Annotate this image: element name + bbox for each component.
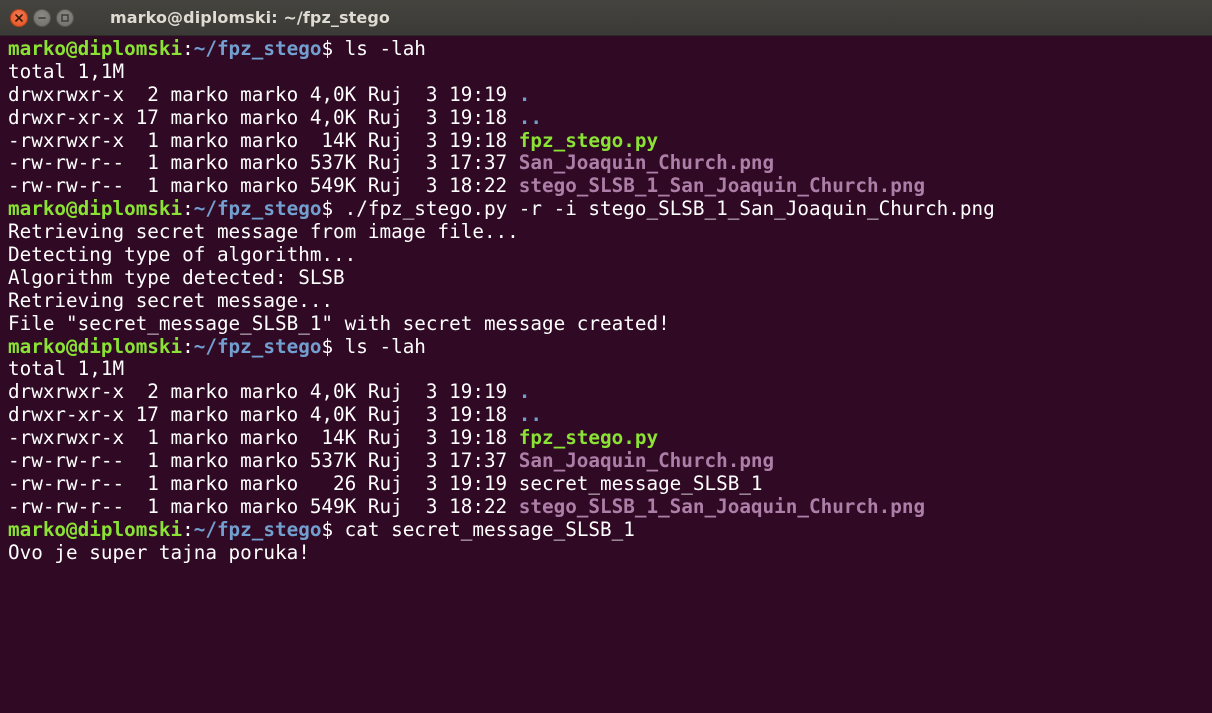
file-name: .. bbox=[518, 105, 542, 129]
close-icon bbox=[15, 13, 23, 22]
file-name: stego_SLSB_1_San_Joaquin_Church.png bbox=[518, 494, 926, 518]
ls-entry: -rwxrwxr-x 1 marko marko 14K Ruj 3 19:18… bbox=[8, 426, 1212, 450]
ls-entry: -rw-rw-r-- 1 marko marko 26 Ruj 3 19:19 … bbox=[8, 471, 1212, 496]
window-title: marko@diplomski: ~/fpz_stego bbox=[110, 8, 390, 27]
ls-entry: drwxrwxr-x 2 marko marko 4,0K Ruj 3 19:1… bbox=[8, 380, 1212, 404]
output-text: Retrieving secret message from image fil… bbox=[8, 220, 519, 244]
output-line: File "secret_message_SLSB_1" with secret… bbox=[8, 311, 1212, 336]
file-meta: -rw-rw-r-- 1 marko marko 26 Ruj 3 19:19 bbox=[8, 471, 519, 495]
terminal-output[interactable]: marko@diplomski:~/fpz_stego$ ls -lah tota… bbox=[0, 36, 1212, 564]
maximize-icon bbox=[61, 13, 69, 22]
file-name: stego_SLSB_1_San_Joaquin_Church.png bbox=[518, 174, 926, 198]
file-meta: -rwxrwxr-x 1 marko marko 14K Ruj 3 19:18 bbox=[8, 426, 519, 450]
ls-entry: drwxr-xr-x 17 marko marko 4,0K Ruj 3 19:… bbox=[8, 403, 1212, 427]
file-meta: drwxr-xr-x 17 marko marko 4,0K Ruj 3 19:… bbox=[8, 403, 519, 427]
window-controls bbox=[0, 8, 110, 27]
file-name: . bbox=[518, 82, 531, 106]
file-meta: -rw-rw-r-- 1 marko marko 537K Ruj 3 17:3… bbox=[8, 151, 519, 175]
prompt-path: ~/fpz_stego bbox=[193, 517, 322, 541]
file-meta: -rw-rw-r-- 1 marko marko 537K Ruj 3 17:3… bbox=[8, 449, 519, 473]
command-text: ls -lah bbox=[344, 37, 426, 60]
file-name: fpz_stego.py bbox=[518, 128, 659, 152]
prompt-separator: : bbox=[182, 197, 194, 221]
output-line: Detecting type of algorithm... bbox=[8, 243, 1212, 267]
output-line: Retrieving secret message... bbox=[8, 288, 1212, 313]
maximize-button[interactable] bbox=[56, 8, 74, 27]
minimize-icon bbox=[38, 16, 46, 19]
ls-entry: drwxrwxr-x 2 marko marko 4,0K Ruj 3 19:1… bbox=[8, 82, 1212, 107]
command-text: ./fpz_stego.py -r -i stego_SLSB_1_San_Jo… bbox=[344, 197, 995, 221]
prompt-path: ~/fpz_stego bbox=[193, 37, 322, 60]
output-text: Ovo je super tajna poruka! bbox=[8, 540, 310, 564]
prompt-separator: : bbox=[182, 517, 194, 541]
ls-entry: -rw-rw-r-- 1 marko marko 549K Ruj 3 18:2… bbox=[8, 494, 1212, 519]
ls-entry: -rw-rw-r-- 1 marko marko 537K Ruj 3 17:3… bbox=[8, 449, 1212, 473]
file-meta: -rw-rw-r-- 1 marko marko 549K Ruj 3 18:2… bbox=[8, 174, 519, 198]
file-name: .. bbox=[518, 403, 542, 427]
file-name: San_Joaquin_Church.png bbox=[518, 151, 775, 175]
file-meta: drwxrwxr-x 2 marko marko 4,0K Ruj 3 19:1… bbox=[8, 82, 519, 106]
file-meta: drwxr-xr-x 17 marko marko 4,0K Ruj 3 19:… bbox=[8, 105, 519, 129]
terminal-window: marko@diplomski: ~/fpz_stego marko@diplo… bbox=[0, 0, 1212, 713]
file-name: . bbox=[518, 380, 531, 404]
command-text: cat secret_message_SLSB_1 bbox=[344, 517, 635, 541]
file-name: fpz_stego.py bbox=[518, 426, 659, 450]
file-meta: -rwxrwxr-x 1 marko marko 14K Ruj 3 19:18 bbox=[8, 128, 519, 152]
output-line: Retrieving secret message from image fil… bbox=[8, 220, 1212, 244]
prompt-separator: : bbox=[182, 334, 194, 358]
output-line: total 1,1M bbox=[8, 59, 1212, 84]
output-text: total 1,1M bbox=[8, 59, 125, 83]
prompt-user-host: marko@diplomski bbox=[8, 37, 183, 60]
prompt-user-host: marko@diplomski bbox=[8, 517, 183, 541]
ls-entry: drwxr-xr-x 17 marko marko 4,0K Ruj 3 19:… bbox=[8, 105, 1212, 130]
output-line: Algorithm type detected: SLSB bbox=[8, 265, 1212, 290]
output-text: File "secret_message_SLSB_1" with secret… bbox=[8, 311, 670, 335]
output-text: Retrieving secret message... bbox=[8, 288, 334, 312]
prompt-user-host: marko@diplomski bbox=[8, 334, 183, 358]
title-bar[interactable]: marko@diplomski: ~/fpz_stego bbox=[0, 0, 1212, 36]
ls-entry: -rw-rw-r-- 1 marko marko 549K Ruj 3 18:2… bbox=[8, 174, 1212, 198]
file-name: San_Joaquin_Church.png bbox=[518, 449, 775, 473]
prompt-line: marko@diplomski:~/fpz_stego$ ./fpz_stego… bbox=[8, 197, 1212, 221]
output-line: total 1,1M bbox=[8, 358, 1212, 381]
command-text: ls -lah bbox=[344, 334, 426, 358]
output-text: Detecting type of algorithm... bbox=[8, 243, 357, 267]
prompt-line: marko@diplomski:~/fpz_stego$ cat secret_… bbox=[8, 517, 1212, 542]
ls-entry: -rw-rw-r-- 1 marko marko 537K Ruj 3 17:3… bbox=[8, 152, 1212, 175]
prompt-separator: : bbox=[182, 37, 194, 60]
file-meta: drwxrwxr-x 2 marko marko 4,0K Ruj 3 19:1… bbox=[8, 380, 519, 404]
prompt-symbol: $ bbox=[321, 197, 345, 221]
prompt-path: ~/fpz_stego bbox=[193, 334, 322, 358]
prompt-user-host: marko@diplomski bbox=[8, 197, 183, 221]
output-text: Algorithm type detected: SLSB bbox=[8, 265, 345, 289]
file-name: secret_message_SLSB_1 bbox=[518, 471, 763, 495]
ls-entry: -rwxrwxr-x 1 marko marko 14K Ruj 3 19:18… bbox=[8, 128, 1212, 153]
prompt-symbol: $ bbox=[321, 37, 345, 60]
file-meta: -rw-rw-r-- 1 marko marko 549K Ruj 3 18:2… bbox=[8, 494, 519, 518]
output-line: Ovo je super tajna poruka! bbox=[8, 540, 1212, 565]
close-button[interactable] bbox=[10, 8, 28, 27]
prompt-line: marko@diplomski:~/fpz_stego$ ls -lah bbox=[8, 37, 1212, 61]
prompt-line: marko@diplomski:~/fpz_stego$ ls -lah bbox=[8, 334, 1212, 359]
prompt-path: ~/fpz_stego bbox=[193, 197, 322, 221]
output-text: total 1,1M bbox=[8, 357, 125, 381]
minimize-button[interactable] bbox=[33, 8, 51, 27]
prompt-symbol: $ bbox=[321, 334, 345, 358]
prompt-symbol: $ bbox=[321, 517, 345, 541]
